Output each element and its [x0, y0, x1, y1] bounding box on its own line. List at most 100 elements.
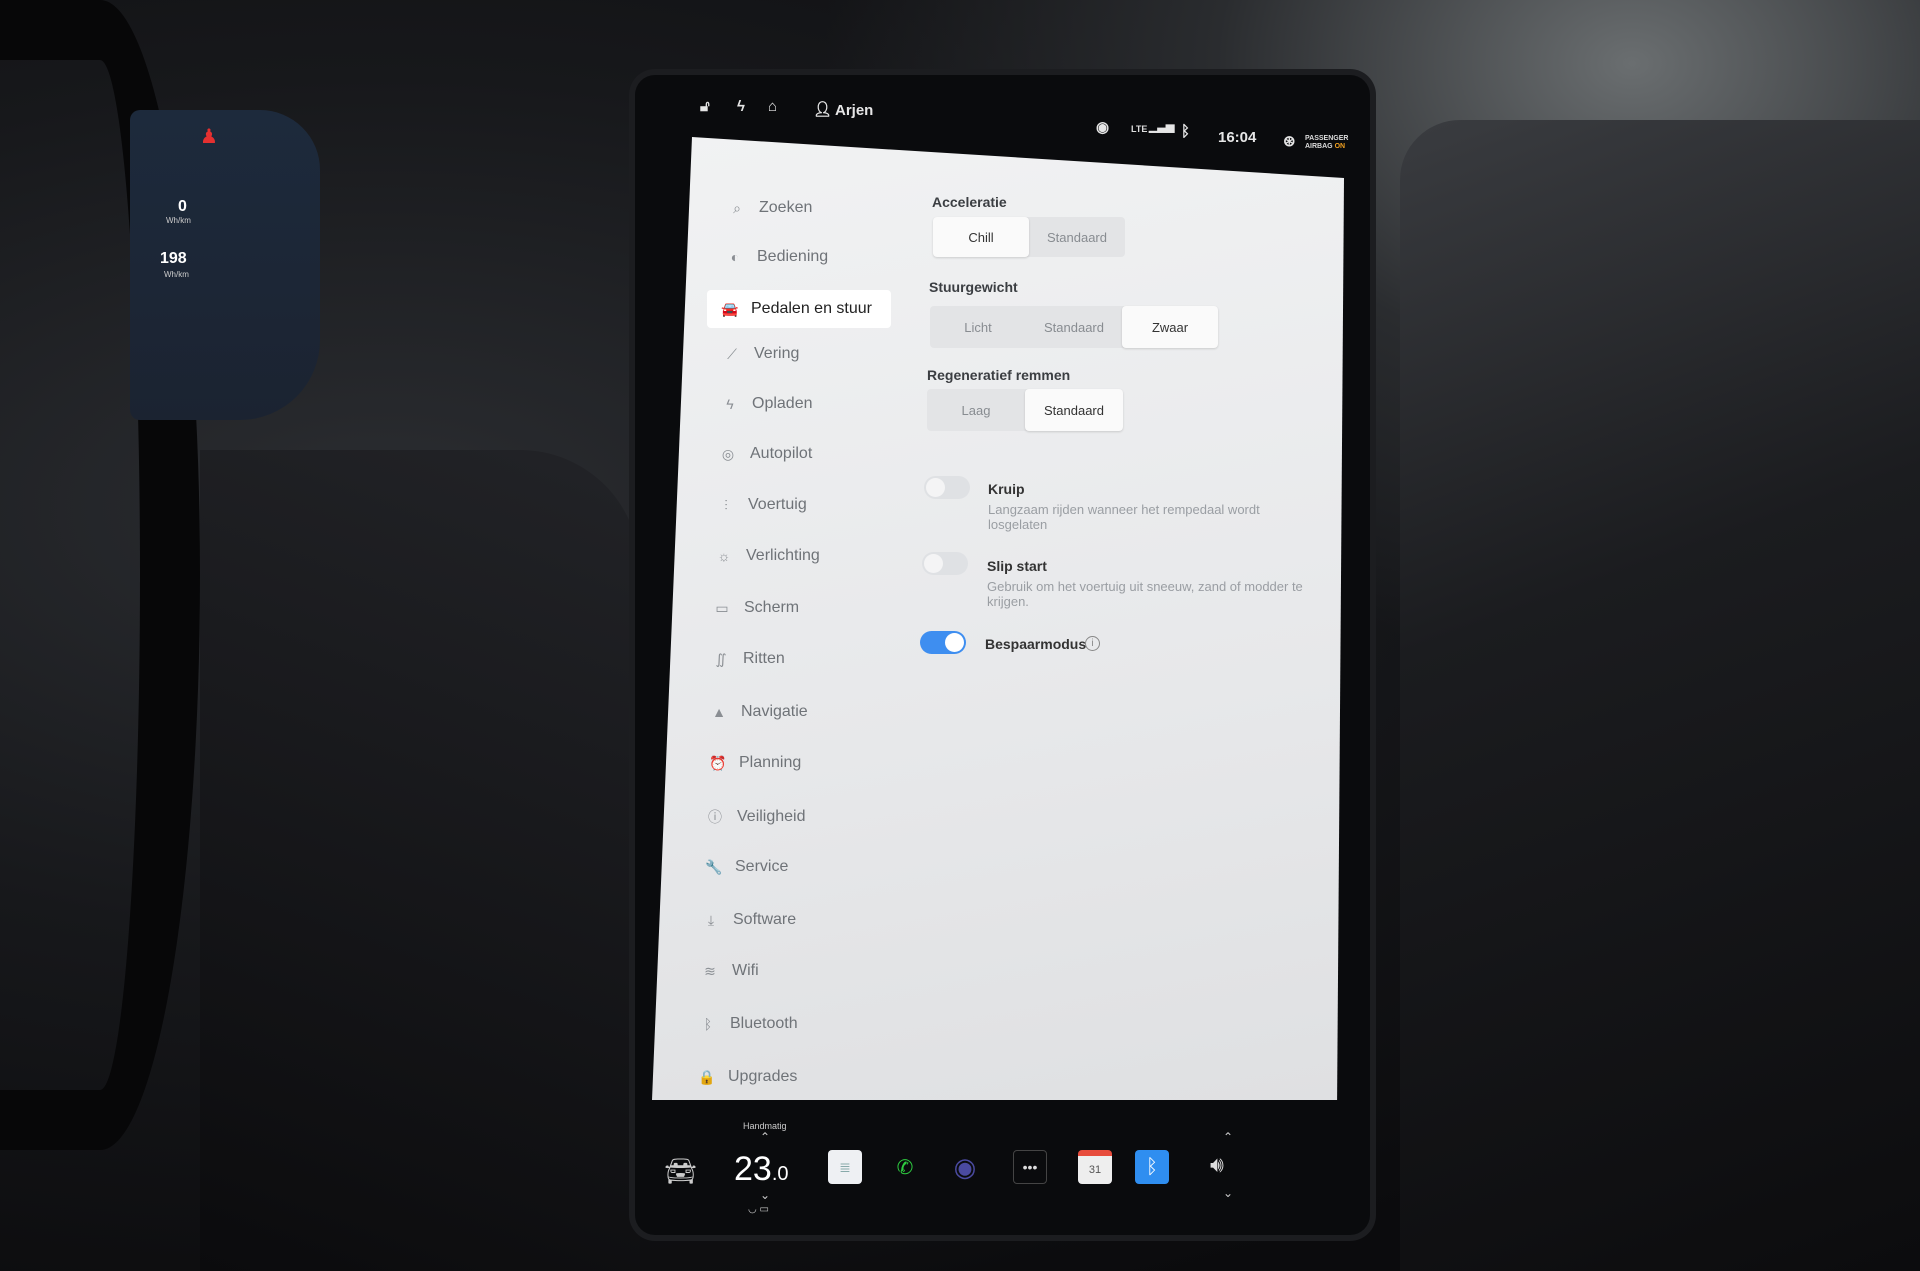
stuurgewicht-label: Stuurgewicht — [929, 279, 1018, 295]
user-name[interactable]: Arjen — [835, 102, 873, 119]
car-icon[interactable]: 🚘︎ — [664, 1156, 697, 1187]
notes-app-icon[interactable]: ≣ — [828, 1150, 862, 1184]
sidebar-item-label: Bluetooth — [730, 1015, 798, 1032]
seat-heater-icons[interactable]: ◡ ▭ — [748, 1204, 769, 1215]
sidebar-item-wifi[interactable]: ≋ Wifi — [702, 962, 759, 980]
acceleratie-chill-option[interactable]: Chill — [933, 217, 1029, 257]
kruip-title: Kruip — [988, 481, 1025, 497]
user-icon[interactable]: 👤︎ — [813, 100, 832, 118]
sidebar-item-label: Scherm — [744, 599, 800, 616]
sidebar-item-upgrades[interactable]: 🔒 Upgrades — [698, 1068, 797, 1086]
kruip-toggle[interactable] — [924, 476, 970, 499]
sidebar-icon: ⤓ — [707, 911, 715, 928]
temperature[interactable]: 23.0 — [734, 1150, 789, 1189]
sidebar-icon: ⓘ — [708, 809, 722, 825]
slip-start-description: Gebruik om het voertuig uit sneeuw, zand… — [987, 579, 1303, 609]
airbag-icon: ⊛ — [1283, 133, 1296, 150]
sidebar-item-scherm[interactable]: ▭ Scherm — [714, 599, 799, 617]
volume-icon[interactable]: 🔊︎ — [1210, 1152, 1224, 1178]
stuurgewicht-zwaar-option[interactable]: Zwaar — [1122, 306, 1218, 348]
network-label: LTE — [1131, 124, 1148, 134]
sidebar-item-label: Ritten — [743, 650, 785, 667]
regen-selector: Laag Standaard — [927, 389, 1123, 431]
sidebar-icon: ⌕ — [733, 199, 741, 216]
average-unit: Wh/km — [164, 270, 189, 279]
homelink-icon[interactable]: ⌂ — [768, 98, 777, 115]
sidebar-item-label: Autopilot — [750, 445, 813, 462]
acceleratie-selector: Chill Standaard — [933, 217, 1125, 257]
sidebar-item-zoeken[interactable]: ⌕ Zoeken — [729, 199, 812, 217]
bespaarmodus-toggle[interactable] — [920, 631, 966, 654]
sidebar-icon: ◎ — [721, 445, 735, 462]
sidebar-item-ritten[interactable]: ∬ Ritten — [713, 650, 785, 668]
bluetooth-icon[interactable]: ᛒ — [1181, 123, 1190, 140]
sidebar-icon: ◐ — [730, 249, 740, 265]
kruip-description: Langzaam rijden wanneer het rempedaal wo… — [988, 502, 1260, 532]
airbag-status: PASSENGER AIRBAG ON — [1305, 135, 1348, 151]
lock-open-icon[interactable]: 🔓︎ — [700, 98, 710, 115]
sidebar-icon: ∬ — [715, 650, 727, 667]
sidebar-icon: ⏰ — [709, 754, 727, 771]
sidebar-item-bluetooth[interactable]: ᛒ Bluetooth — [700, 1015, 798, 1033]
sidebar-icon: 🔧 — [705, 858, 723, 875]
temp-int: 23 — [734, 1150, 772, 1188]
sidebar-item-veiligheid[interactable]: ⓘ Veiligheid — [707, 807, 806, 827]
sidebar-item-service[interactable]: 🔧 Service — [705, 858, 788, 876]
consumption-value: 0 — [178, 198, 187, 215]
average-value: 198 — [160, 250, 187, 267]
clock: 16:04 — [1218, 129, 1257, 146]
consumption-unit: Wh/km — [166, 216, 191, 225]
sidebar-item-label: Navigatie — [741, 703, 808, 720]
sidebar-item-navigatie[interactable]: ▲ Navigatie — [711, 703, 808, 721]
record-icon[interactable]: ◉ — [1096, 118, 1109, 136]
sidebar-item-planning[interactable]: ⏰ Planning — [709, 754, 801, 772]
stuurgewicht-selector: Licht Standaard Zwaar — [930, 306, 1218, 348]
slip-start-title: Slip start — [987, 558, 1047, 574]
volume-up-icon[interactable]: ⌃ — [1223, 1130, 1233, 1144]
camera-icon[interactable]: ◉ — [948, 1150, 982, 1184]
sidebar-icon: ⟋ — [727, 345, 737, 362]
sidebar-item-label: Voertuig — [748, 496, 807, 513]
sidebar-item-label: Service — [735, 858, 789, 875]
temp-down-icon[interactable]: ⌄ — [760, 1188, 770, 1202]
sidebar-icon: ⫶ — [724, 496, 728, 513]
sidebar-icon: ▭ — [715, 599, 729, 616]
sidebar-item-label: Verlichting — [746, 547, 820, 564]
sidebar-item-vering[interactable]: ⟋ Vering — [724, 345, 799, 363]
sidebar-item-label: Wifi — [732, 962, 759, 979]
sidebar-item-label: Vering — [754, 345, 800, 362]
regen-label: Regeneratief remmen — [927, 367, 1071, 383]
regen-standaard-option[interactable]: Standaard — [1025, 389, 1123, 431]
sidebar-icon: ≋ — [704, 962, 716, 979]
airbag-state: ON — [1334, 143, 1346, 150]
bluetooth-app-icon[interactable]: ᛒ — [1135, 1150, 1169, 1184]
sidebar-item-pedalen-en-stuur[interactable]: 🚘 Pedalen en stuur — [707, 290, 891, 328]
sidebar-icon: ☼ — [717, 548, 731, 564]
regen-laag-option[interactable]: Laag — [927, 389, 1025, 431]
temp-dec: .0 — [771, 1163, 789, 1185]
sidebar-item-voertuig[interactable]: ⫶ Voertuig — [718, 496, 807, 514]
instrument-cluster: ♟ 0 Wh/km 198 Wh/km — [130, 110, 320, 420]
info-icon[interactable]: i — [1085, 636, 1100, 651]
sidebar-item-autopilot[interactable]: ◎ Autopilot — [720, 445, 812, 463]
volume-down-icon[interactable]: ⌄ — [1223, 1186, 1233, 1200]
calendar-icon[interactable]: 31 — [1078, 1150, 1112, 1184]
dashboard-left — [200, 450, 640, 1271]
temp-up-icon[interactable]: ⌃ — [760, 1130, 770, 1144]
sidebar-item-bediening[interactable]: ◐ Bediening — [727, 248, 828, 266]
stuurgewicht-licht-option[interactable]: Licht — [930, 306, 1026, 348]
slip-start-toggle[interactable] — [922, 552, 968, 575]
bolt-icon[interactable]: ϟ — [737, 98, 745, 115]
sidebar-item-label: Bediening — [757, 248, 829, 265]
sidebar-item-software[interactable]: ⤓ Software — [703, 911, 796, 929]
sidebar-icon: 🚘 — [721, 300, 739, 317]
more-apps-icon[interactable]: ••• — [1013, 1150, 1047, 1184]
acceleratie-label: Acceleratie — [932, 194, 1007, 210]
sidebar-icon: ▲ — [712, 704, 726, 720]
stuurgewicht-standaard-option[interactable]: Standaard — [1026, 306, 1122, 348]
sidebar-item-opladen[interactable]: ϟ Opladen — [722, 395, 812, 413]
phone-icon[interactable]: ✆ — [888, 1150, 922, 1184]
bespaarmodus-title: Bespaarmodus — [985, 636, 1087, 652]
acceleratie-standaard-option[interactable]: Standaard — [1029, 217, 1125, 257]
sidebar-item-verlichting[interactable]: ☼ Verlichting — [716, 547, 820, 565]
